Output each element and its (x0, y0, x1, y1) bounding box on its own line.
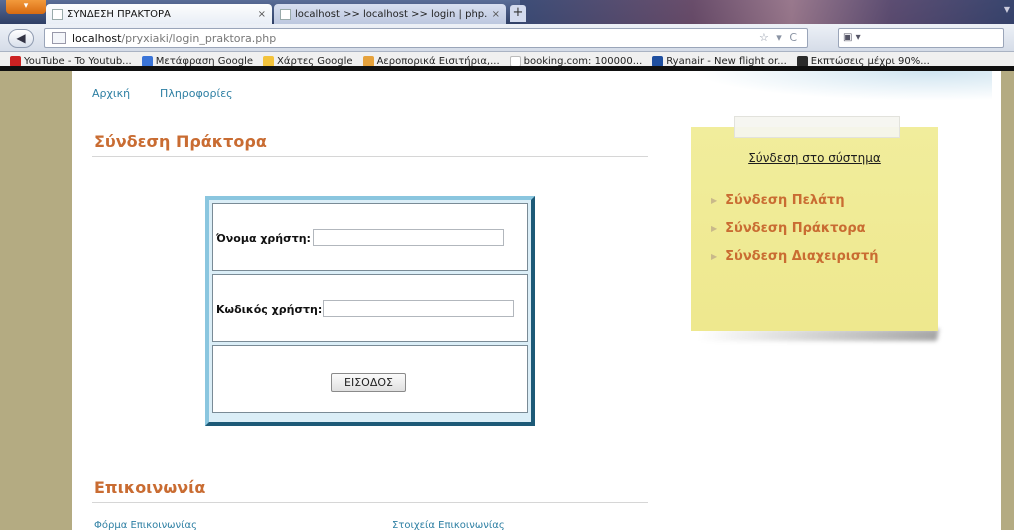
close-tab-icon[interactable]: × (492, 9, 500, 20)
username-row: Όνομα χρήστη: (212, 203, 528, 271)
sidebar-title: Σύνδεση στο σύστημα (748, 151, 881, 165)
sidebar-item-agent-login[interactable]: ▶ Σύνδεση Πράκτορα (711, 221, 866, 236)
bookmark-item[interactable]: booking.com: 100000... (509, 55, 642, 67)
sidebar-item-label: Σύνδεση Πελάτη (725, 193, 845, 208)
divider (92, 502, 648, 503)
contact-form-link[interactable]: Φόρμα Επικοινωνίας (94, 520, 197, 530)
contact-details-link[interactable]: Στοιχεία Επικοινωνίας (392, 520, 505, 530)
top-navigation: Αρχική Πληροφορίες (92, 87, 233, 100)
nav-link-home[interactable]: Αρχική (92, 87, 130, 100)
password-label: Κωδικός χρήστη: (216, 303, 323, 316)
youtube-icon (10, 55, 21, 67)
close-tab-icon[interactable]: × (258, 9, 266, 20)
tab-active[interactable]: ΣΥΝΔΕΣΗ ΠΡΑΚΤΟΡΑ × (46, 4, 272, 24)
tab-title: localhost >> localhost >> login | php... (295, 8, 488, 20)
submit-row: ΕΙΣΟΔΟΣ (212, 345, 528, 413)
page-favicon-icon (52, 8, 63, 20)
url-path: /pryxiaki/login_praktora.php (121, 31, 277, 45)
google-translate-icon (141, 55, 153, 67)
address-bar[interactable]: localhost/pryxiaki/login_praktora.php ☆ … (44, 28, 808, 48)
bookmark-item[interactable]: Εκπτώσεις μέχρι 90%... (796, 55, 930, 67)
search-input[interactable]: ▣ ▾ (838, 28, 1004, 48)
login-form: Όνομα χρήστη: Κωδικός χρήστη: ΕΙΣΟΔΟΣ (205, 196, 535, 426)
discount-icon (796, 55, 808, 67)
booking-icon (509, 55, 521, 67)
username-input[interactable] (313, 229, 504, 246)
page-favicon-icon (280, 8, 291, 20)
bookmark-star-icon[interactable]: ☆ ▾ C (759, 31, 799, 44)
ryanair-icon (652, 55, 664, 67)
google-maps-icon (263, 55, 275, 67)
site-identity-icon[interactable] (52, 32, 66, 44)
password-row: Κωδικός χρήστη: (212, 274, 528, 342)
search-engine-icon[interactable]: ▣ ▾ (843, 32, 861, 43)
note-tape (734, 116, 900, 138)
divider (92, 156, 648, 157)
page-title: Σύνδεση Πράκτορα (94, 132, 267, 151)
new-tab-button[interactable]: + (510, 5, 526, 22)
bookmark-item[interactable]: YouTube - To Youtub... (10, 55, 132, 67)
bullet-icon: ▶ (711, 196, 718, 205)
bookmark-item[interactable]: Χάρτες Google (263, 55, 353, 67)
sidebar-item-client-login[interactable]: ▶ Σύνδεση Πελάτη (711, 193, 845, 208)
back-button[interactable]: ◀ (8, 29, 34, 48)
url-host: localhost (72, 31, 122, 45)
tab-title: ΣΥΝΔΕΣΗ ΠΡΑΚΤΟΡΑ (67, 8, 171, 20)
nav-link-info[interactable]: Πληροφορίες (160, 87, 233, 100)
username-label: Όνομα χρήστη: (216, 232, 311, 245)
bookmark-item[interactable]: Μετάφραση Google (141, 55, 253, 67)
firefox-menu-button[interactable]: ▾ (6, 0, 46, 14)
sidebar-item-label: Σύνδεση Πράκτορα (725, 221, 866, 236)
tab-inactive[interactable]: localhost >> localhost >> login | php...… (274, 4, 506, 24)
sidebar-item-label: Σύνδεση Διαχειριστή (725, 249, 879, 264)
tab-strip: ▾ ΣΥΝΔΕΣΗ ΠΡΑΚΤΟΡΑ × localhost >> localh… (0, 0, 1014, 24)
bullet-icon: ▶ (711, 252, 718, 261)
sidebar-item-admin-login[interactable]: ▶ Σύνδεση Διαχειριστή (711, 249, 879, 264)
login-button[interactable]: ΕΙΣΟΔΟΣ (331, 373, 406, 392)
bookmark-item[interactable]: Ryanair - New flight or... (652, 55, 787, 67)
contact-heading: Επικοινωνία (94, 478, 206, 497)
navigation-bar: ◀ localhost/pryxiaki/login_praktora.php … (0, 24, 1014, 52)
tab-list-icon[interactable]: ▼ (1004, 5, 1010, 14)
airplane-icon (362, 55, 374, 67)
sidebar-note: Σύνδεση στο σύστημα ▶ Σύνδεση Πελάτη ▶ Σ… (691, 127, 938, 331)
page-content: Αρχική Πληροφορίες Σύνδεση Πράκτορα Όνομ… (72, 71, 1001, 530)
bookmark-item[interactable]: Αεροπορικά Εισιτήρια,... (362, 55, 500, 67)
password-input[interactable] (323, 300, 514, 317)
bullet-icon: ▶ (711, 224, 718, 233)
